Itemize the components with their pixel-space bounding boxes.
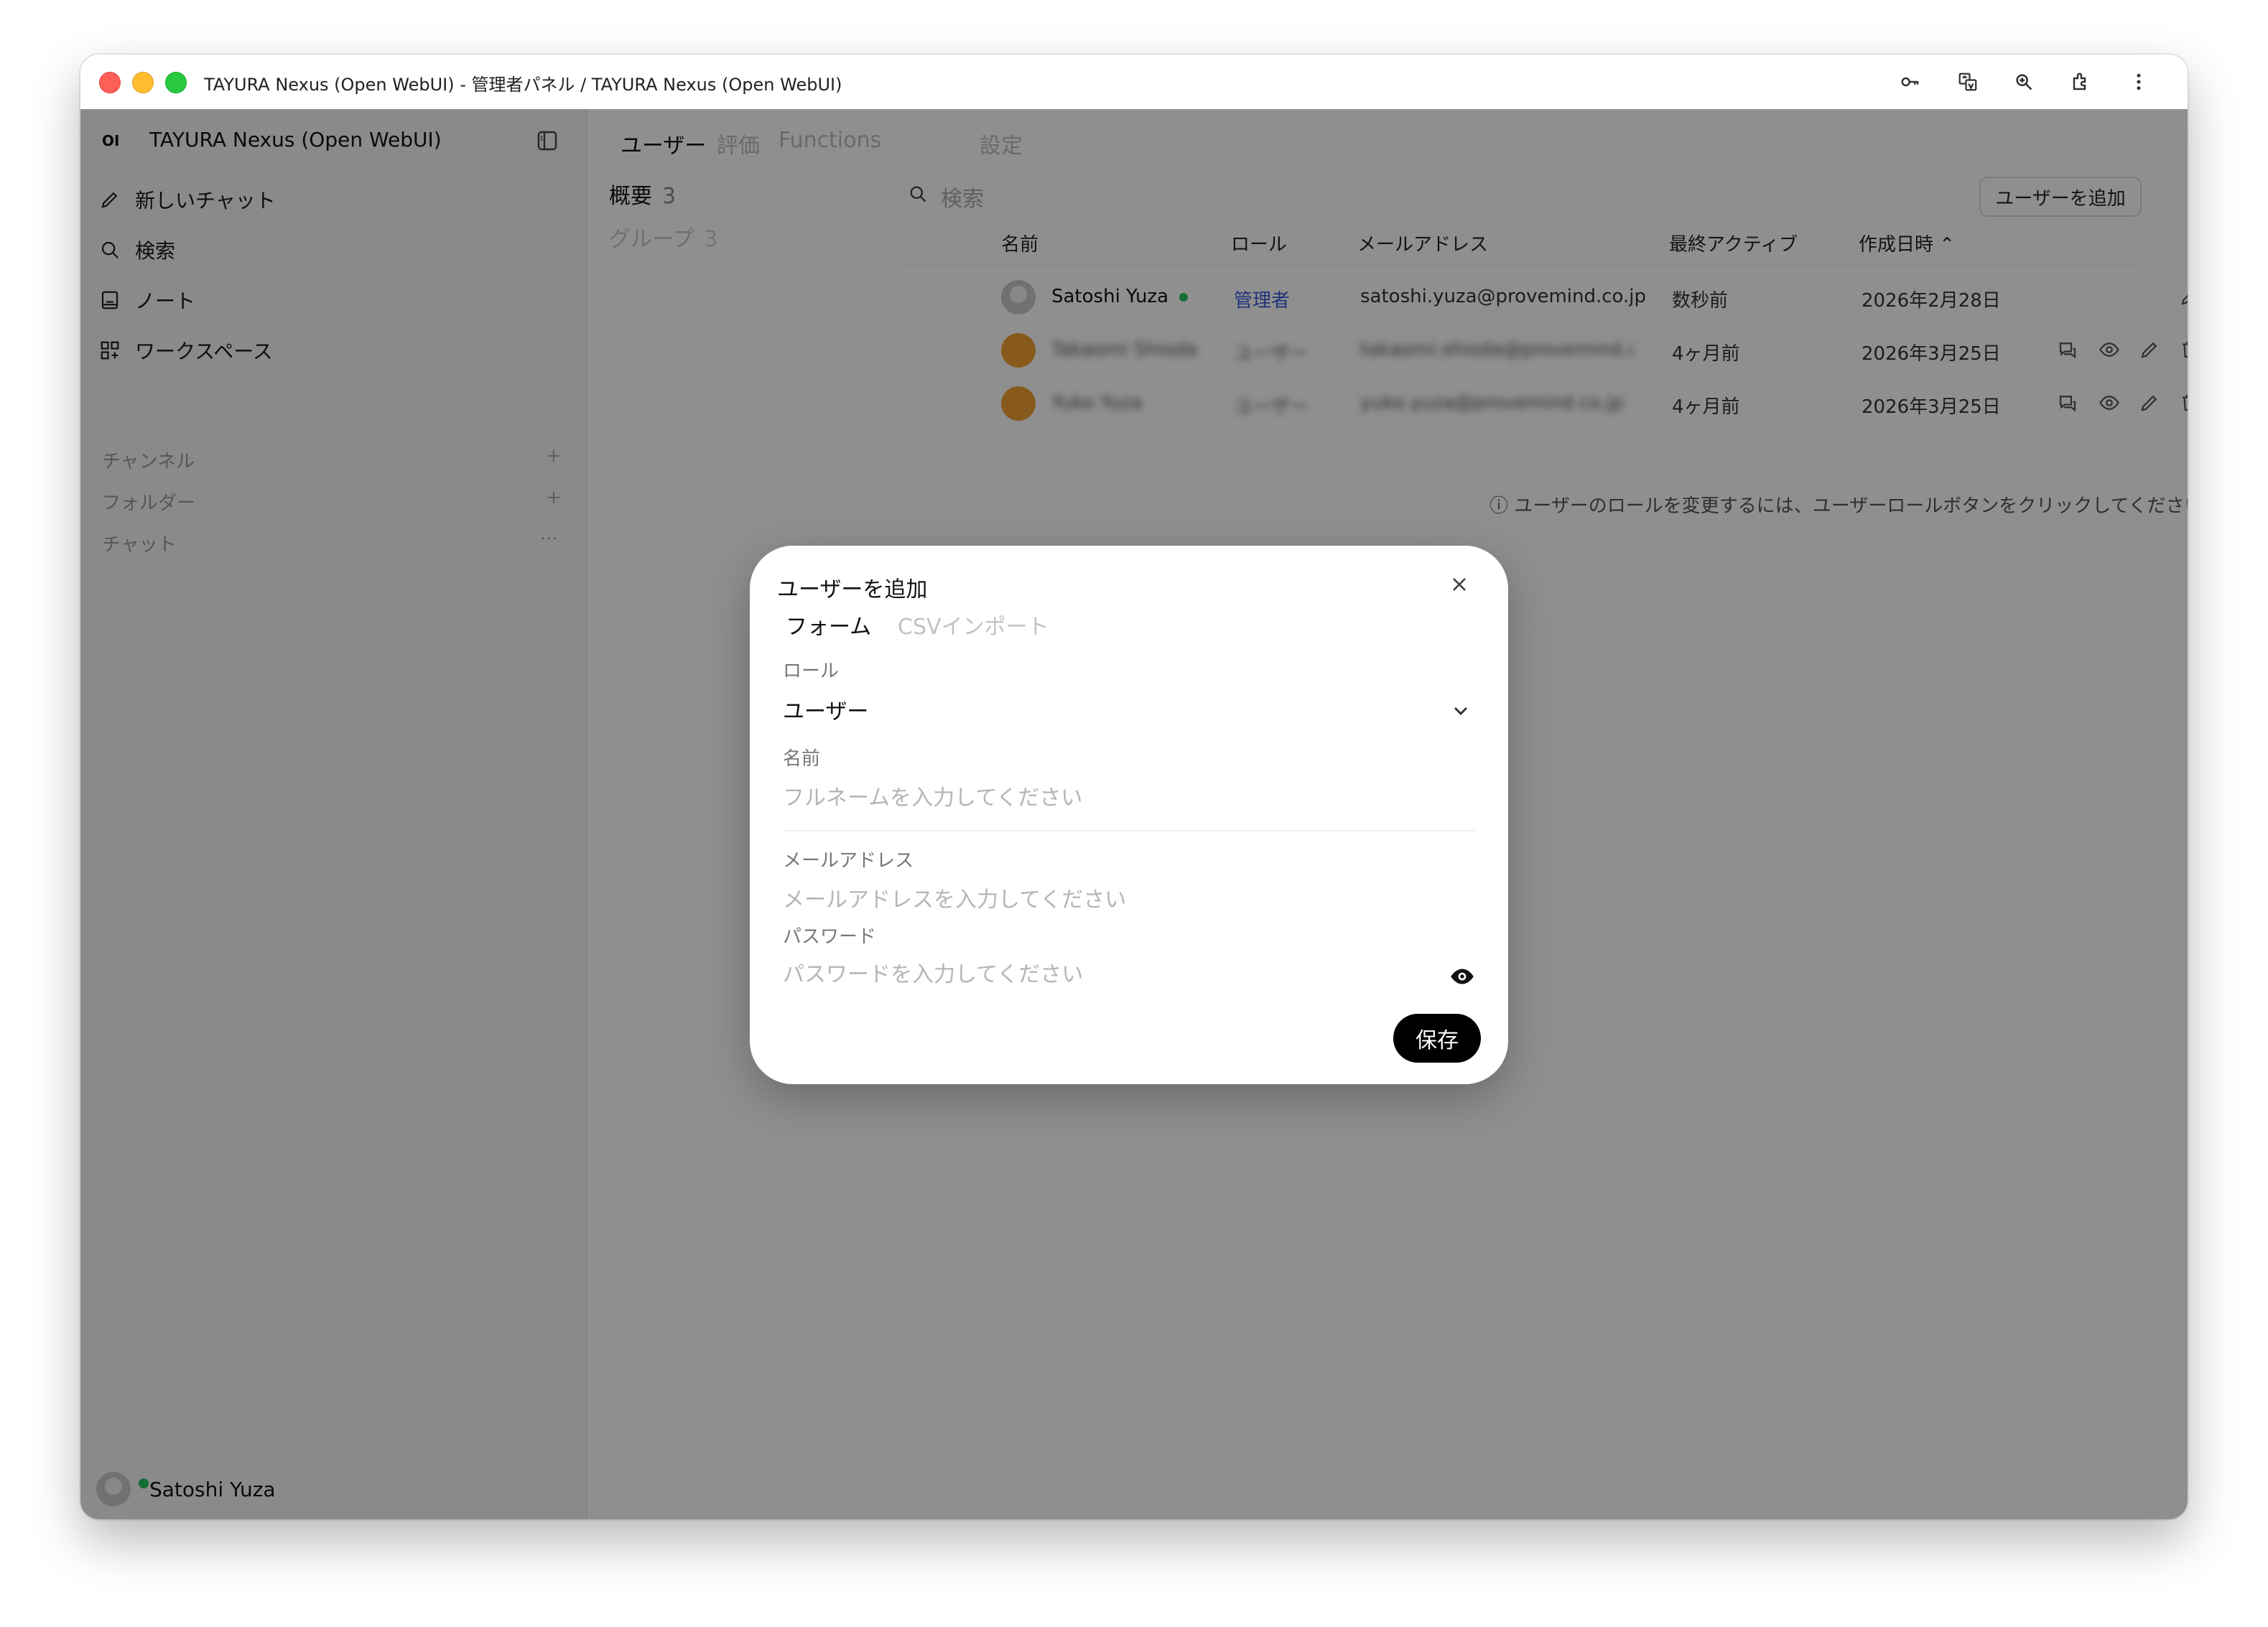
add-user-modal: ユーザーを追加 フォーム CSVインポート ロール ユーザー 名前 フルネームを…	[750, 546, 1508, 1084]
tab-csv-import[interactable]: CSVインポート	[898, 609, 1049, 640]
password-label: パスワード	[783, 926, 877, 948]
role-label: ロール	[783, 661, 840, 682]
divider	[783, 830, 1475, 831]
email-input[interactable]: メールアドレスを入力してください	[783, 882, 1126, 913]
close-icon[interactable]	[1448, 573, 1471, 596]
title-bar: TAYURA Nexus (Open WebUI) - 管理者パネル / TAY…	[80, 55, 2188, 111]
minimize-window-button[interactable]	[132, 72, 154, 93]
more-vertical-icon[interactable]	[2124, 67, 2153, 96]
key-icon[interactable]	[1896, 67, 1925, 96]
eye-icon[interactable]	[1449, 964, 1475, 989]
close-window-button[interactable]	[99, 72, 121, 93]
tab-form[interactable]: フォーム	[786, 609, 871, 640]
translate-icon[interactable]	[1953, 67, 1982, 96]
maximize-window-button[interactable]	[165, 72, 187, 93]
name-label: 名前	[783, 748, 821, 770]
zoom-icon[interactable]	[2009, 67, 2038, 96]
name-input[interactable]: フルネームを入力してください	[783, 780, 1082, 811]
chevron-down-icon[interactable]	[1449, 699, 1472, 722]
window-title: TAYURA Nexus (Open WebUI) - 管理者パネル / TAY…	[204, 75, 842, 95]
extension-icon[interactable]	[2067, 67, 2096, 96]
password-input[interactable]: パスワードを入力してください	[783, 956, 1083, 988]
save-button[interactable]: 保存	[1393, 1014, 1481, 1063]
email-label: メールアドレス	[783, 850, 914, 872]
modal-title: ユーザーを追加	[777, 577, 928, 602]
role-select[interactable]: ユーザー	[783, 694, 868, 725]
